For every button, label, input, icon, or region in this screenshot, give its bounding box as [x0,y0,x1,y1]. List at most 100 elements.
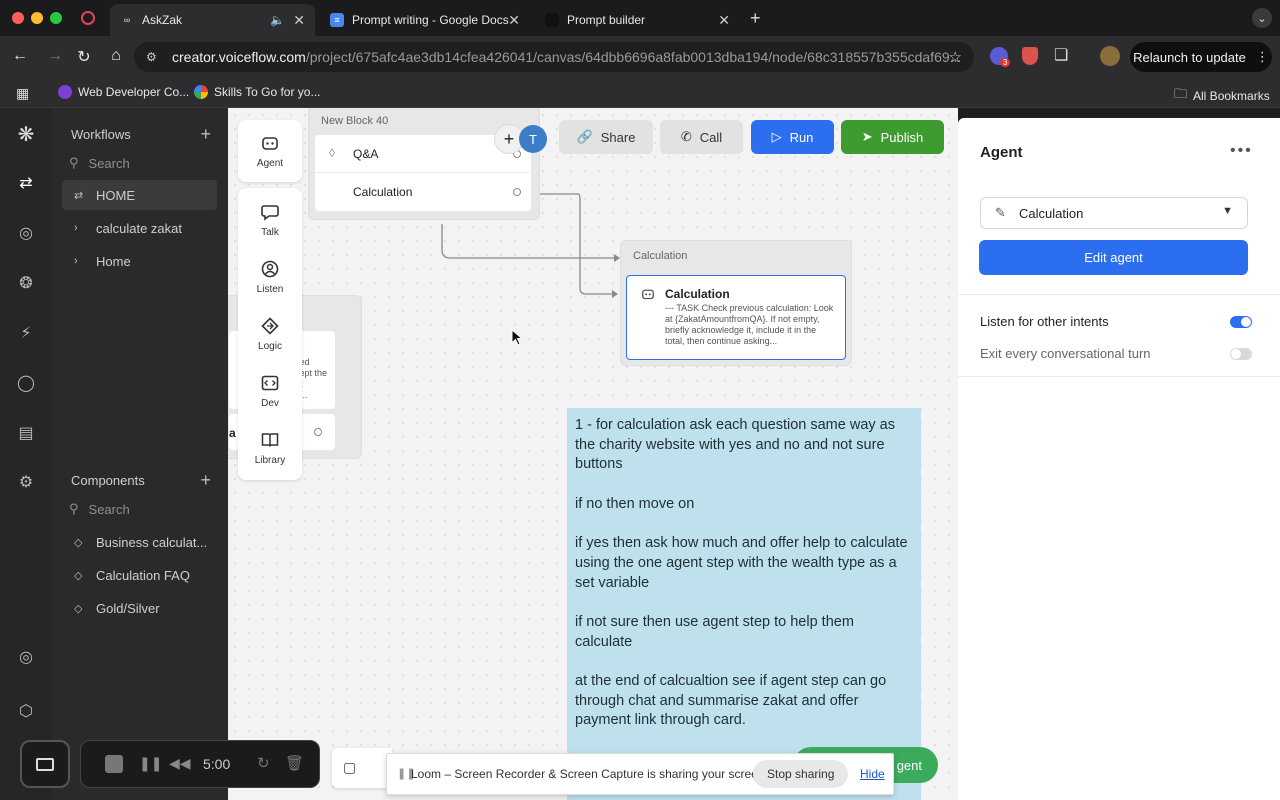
analytics-icon[interactable]: ▤ [14,421,38,445]
tab-search-button[interactable]: ⌄ [1252,8,1272,28]
tool-dev[interactable]: Dev [238,362,302,419]
tool-agent[interactable]: Agent [238,120,302,182]
close-window-button[interactable] [12,12,24,24]
sidebar-item-home[interactable]: ⇄ HOME [62,180,217,210]
workflow-canvas[interactable]: sed kept the ut d... a New Block 40 ◊ Q&… [228,108,958,800]
settings-icon[interactable]: ⚙ [14,470,38,494]
exit-turn-toggle[interactable] [1230,348,1252,360]
qa-diamond-icon: ◊ [329,146,335,160]
url-field[interactable]: ⚙ creator.voiceflow.com/project/675afc4a… [134,42,974,72]
agents-icon[interactable]: ❂ [14,271,38,295]
user-avatar[interactable]: T [519,125,547,153]
rocket-icon: ➤ [861,129,873,144]
tools-icon[interactable]: ⚡ [14,321,38,345]
site-info-icon[interactable]: ⚙ [146,50,157,64]
run-button[interactable]: ▷ Run [751,120,834,154]
sidebar-item-home-folder[interactable]: › Home [62,246,217,276]
trash-icon[interactable]: 🗑 [285,754,304,772]
tab-askzak[interactable]: ∞ AskZak 🔈 ✕ [110,4,315,36]
component-business-calculator[interactable]: ◇ Business calculat... [62,527,217,557]
puzzle-extensions-icon[interactable]: ❏ [1054,45,1068,65]
listen-intents-toggle[interactable] [1230,316,1252,328]
apps-grid-icon[interactable]: ▦ [16,85,29,102]
url-host: creator.voiceflow.com [172,49,306,65]
component-calculation-faq[interactable]: ◇ Calculation FAQ [62,560,217,590]
more-options-icon[interactable]: ••• [1230,142,1253,160]
workflows-icon[interactable]: ⇄ [14,171,38,195]
close-tab-icon[interactable]: ✕ [718,12,730,29]
workflows-sidebar: Workflows + ⚲ Search ⇄ HOME › calculate … [52,108,228,800]
maximize-window-button[interactable] [50,12,62,24]
browser-tab-bar: ∞ AskZak 🔈 ✕ ≡ Prompt writing - Google D… [0,0,1280,36]
shield-extension-icon[interactable] [1022,47,1038,65]
note-paragraph: if not sure then use agent step to help … [575,613,854,650]
components-label: Components [71,473,145,488]
agent-tool[interactable]: Agent [238,120,302,182]
output-port[interactable] [513,188,521,196]
share-button[interactable]: 🔗 Share [559,120,653,154]
workflows-search[interactable]: ⚲ Search [69,155,130,171]
stop-sharing-button[interactable]: Stop sharing [753,760,849,788]
block-calculation[interactable]: Calculation Calculation --- TASK Check p… [620,240,852,366]
comment-icon[interactable]: ▢ [343,759,356,776]
agent-select[interactable]: ✎ Calculation ▼ [980,197,1248,229]
partial-step-label: a [229,426,236,440]
recording-timer: 5:00 [203,756,231,772]
tab-google-docs[interactable]: ≡ Prompt writing - Google Docs ✕ [320,4,530,36]
tool-listen[interactable]: Listen [238,248,302,305]
bookmark-web-developer[interactable]: Web Developer Co... [58,85,189,99]
output-port[interactable] [314,428,322,436]
sidebar-item-calculate-zakat[interactable]: › calculate zakat [62,213,217,243]
profile-avatar[interactable] [1100,46,1120,66]
note-paragraph: at the end of calcualtion see if agent s… [575,673,887,729]
components-search-input[interactable]: Search [89,502,130,517]
bookmark-star-icon[interactable]: ☆ [949,48,962,66]
add-component-button[interactable]: + [200,470,211,491]
conversations-icon[interactable]: ◯ [14,371,38,395]
hide-button[interactable]: Hide [860,767,885,781]
more-menu-icon[interactable]: ⋮ [1256,49,1269,65]
loom-camera-button[interactable] [20,740,70,788]
pause-icon[interactable]: ❚❚ [139,755,162,772]
new-tab-button[interactable]: + [750,8,761,29]
agent-select-value: Calculation [1019,205,1084,221]
edit-agent-button[interactable]: Edit agent [979,240,1248,275]
voiceflow-logo-icon[interactable]: ❋ [14,122,38,146]
tab-prompt-builder[interactable]: Prompt builder ✕ [535,4,740,36]
bookmark-skills-to-go[interactable]: Skills To Go for yo... [194,85,320,99]
sticky-note[interactable]: 1 - for calculation ask each question sa… [567,408,921,800]
step-qa-label: Q&A [353,147,379,161]
all-bookmarks[interactable]: 🗀 All Bookmarks [1174,85,1270,107]
agent-panel: Agent ••• ✎ Calculation ▼ Edit agent Lis… [958,118,1280,800]
stop-recording-button[interactable] [105,755,123,773]
forward-icon[interactable]: → [45,47,65,65]
knowledge-icon[interactable]: ◎ [14,221,38,245]
back-icon[interactable]: ← [10,47,30,65]
call-button[interactable]: ✆ Call [660,120,743,154]
chevron-right-icon[interactable]: › [74,255,78,267]
step-calculation-agent[interactable]: Calculation --- TASK Check previous calc… [626,275,846,360]
add-workflow-button[interactable]: + [200,124,211,145]
status-icon[interactable]: ◎ [14,645,38,669]
close-tab-icon[interactable]: ✕ [293,12,305,29]
tool-talk[interactable]: Talk [238,191,302,248]
reload-icon[interactable]: ↻ [74,47,94,67]
tab-audio-icon[interactable]: 🔈 [270,13,285,27]
share-message: Loom – Screen Recorder & Screen Capture … [411,767,768,781]
tool-logic[interactable]: Logic [238,305,302,362]
minimize-window-button[interactable] [31,12,43,24]
rewind-icon[interactable]: ◀◀ [169,755,191,772]
restart-icon[interactable]: ↻ [257,754,270,772]
workflows-search-input[interactable]: Search [89,156,130,171]
component-gold-silver[interactable]: ◇ Gold/Silver [62,593,217,623]
chevron-right-icon[interactable]: › [74,222,78,234]
components-search[interactable]: ⚲ Search [69,501,130,517]
close-tab-icon[interactable]: ✕ [508,12,520,29]
extension-badge: 3 [1000,58,1011,67]
tool-library[interactable]: Library [238,419,302,476]
relaunch-button[interactable]: Relaunch to update ⋮ [1130,42,1272,72]
note-paragraph: 1 - for calculation ask each question sa… [575,417,895,473]
publish-button[interactable]: ➤ Publish [841,120,944,154]
cube-icon[interactable]: ⬡ [14,699,38,723]
home-icon[interactable]: ⌂ [106,47,126,65]
